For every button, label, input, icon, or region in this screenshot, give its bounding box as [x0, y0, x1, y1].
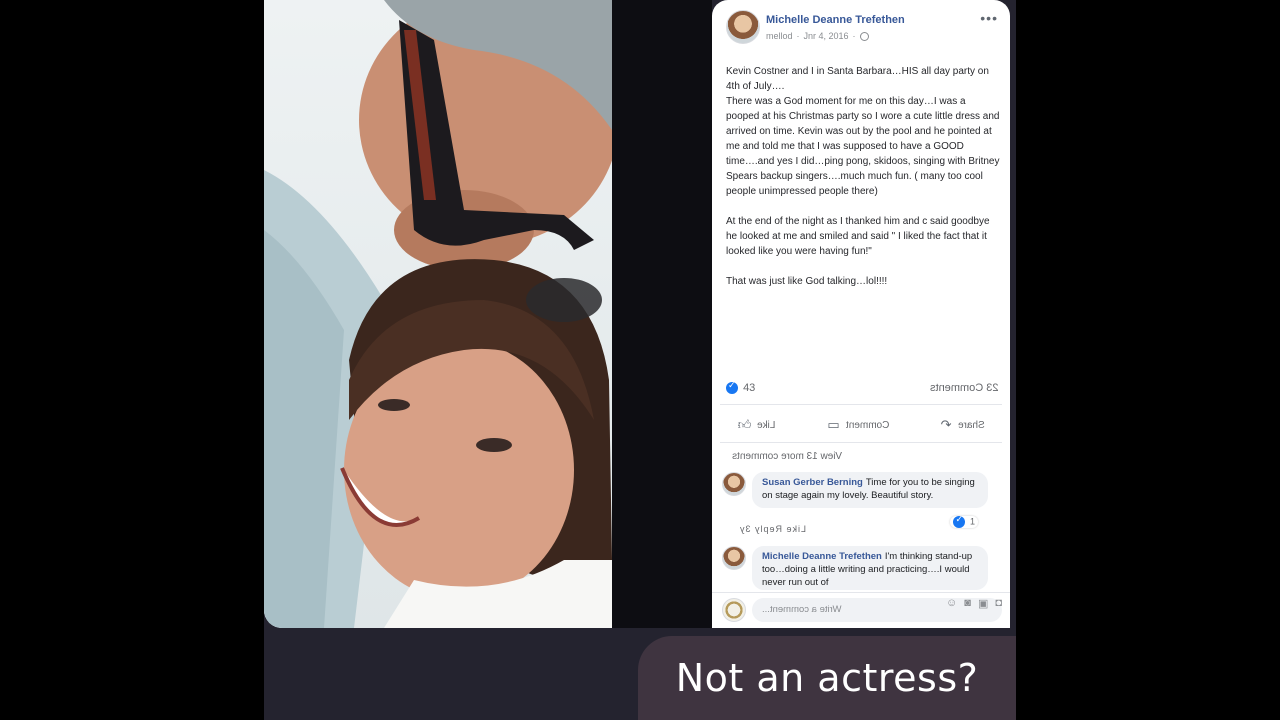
globe-icon — [859, 31, 869, 41]
actions-divider — [720, 442, 1002, 443]
comment-bubble: Susan Gerber Berning Time for you to be s… — [752, 472, 988, 508]
composer-avatar — [722, 598, 746, 622]
like-label: Like — [757, 419, 776, 431]
caption-text: Not an actress? — [675, 656, 979, 700]
meta-separator: · — [796, 31, 800, 41]
comment-button[interactable]: ▭ Comment — [827, 417, 889, 433]
like-reaction-icon — [953, 514, 966, 528]
share-label: Share — [957, 419, 985, 431]
share-icon: ↷ — [940, 417, 952, 432]
commenter-name[interactable]: Susan Gerber Berning — [762, 477, 863, 488]
share-button[interactable]: ↷ Share — [941, 417, 985, 433]
sticker-icon[interactable]: ◘ — [995, 597, 1002, 610]
post-paragraph: Kevin Costner and I in Santa Barbara…HIS… — [726, 66, 989, 92]
meta-label: mellod — [766, 31, 793, 41]
post-paragraph: At the end of the night as I thanked him… — [726, 216, 990, 257]
comment-bubble: Michelle Deanne Trefethen I'm thinking st… — [752, 546, 988, 590]
facebook-post: Michelle Deanne Trefethen mellod · Jnr 4… — [712, 0, 1010, 628]
comment-reaction[interactable]: 1 — [950, 514, 978, 528]
emoji-icon[interactable]: ☺ — [946, 597, 957, 610]
post-date[interactable]: Jnr 4, 2016 — [804, 31, 849, 41]
stats-divider — [720, 404, 1002, 405]
video-frame: Michelle Deanne Trefethen mellod · Jnr 4… — [264, 0, 1016, 720]
comment-actions[interactable]: Like Reply 3y — [739, 524, 806, 534]
like-button[interactable]: 👍︎ Like — [738, 417, 776, 433]
comment-composer: Write a comment... ☺ ◙ ▣ ◘ — [712, 592, 1010, 628]
commenter-avatar[interactable] — [722, 546, 746, 570]
post-paragraph: That was just like God talking…lol!!!! — [726, 276, 888, 287]
post-meta: mellod · Jnr 4, 2016 · — [766, 31, 869, 41]
couple-photo — [264, 0, 612, 628]
author-avatar[interactable] — [726, 10, 760, 44]
composer-tools: ☺ ◙ ▣ ◘ — [946, 597, 1002, 610]
author-name[interactable]: Michelle Deanne Trefethen — [766, 14, 905, 26]
like-reaction-icon — [726, 380, 738, 395]
commenter-avatar[interactable] — [722, 472, 746, 496]
commenter-name[interactable]: Michelle Deanne Trefethen — [762, 551, 882, 562]
post-actions: 👍︎ Like ▭ Comment ↷ Share — [712, 412, 1010, 438]
ellipsis-icon[interactable]: ••• — [980, 10, 998, 26]
comment-placeholder: Write a comment... — [762, 604, 842, 615]
post-text: Kevin Costner and I in Santa Barbara…HIS… — [726, 64, 1000, 304]
reactions-count: 43 — [743, 382, 756, 394]
reactions[interactable]: 43 — [726, 380, 756, 395]
video-caption: Not an actress? — [638, 636, 1016, 720]
photo-divider — [612, 0, 712, 628]
comment-label: Comment — [845, 419, 889, 431]
post-stats: 43 23 Comments — [726, 380, 998, 398]
camera-icon[interactable]: ◙ — [964, 597, 971, 610]
meta-separator: · — [852, 31, 856, 41]
gif-icon[interactable]: ▣ — [978, 597, 988, 610]
view-more-comments-link[interactable]: View 13 more comments — [732, 451, 842, 462]
post-header: Michelle Deanne Trefethen mellod · Jnr 4… — [726, 10, 1000, 46]
photo-illustration — [264, 0, 612, 628]
comment-icon: ▭ — [827, 417, 840, 432]
post-paragraph: There was a God moment for me on this da… — [726, 96, 1000, 197]
comment-reaction-count: 1 — [969, 516, 975, 527]
thumbs-up-icon: 👍︎ — [737, 417, 752, 432]
comments-count[interactable]: 23 Comments — [930, 382, 998, 394]
